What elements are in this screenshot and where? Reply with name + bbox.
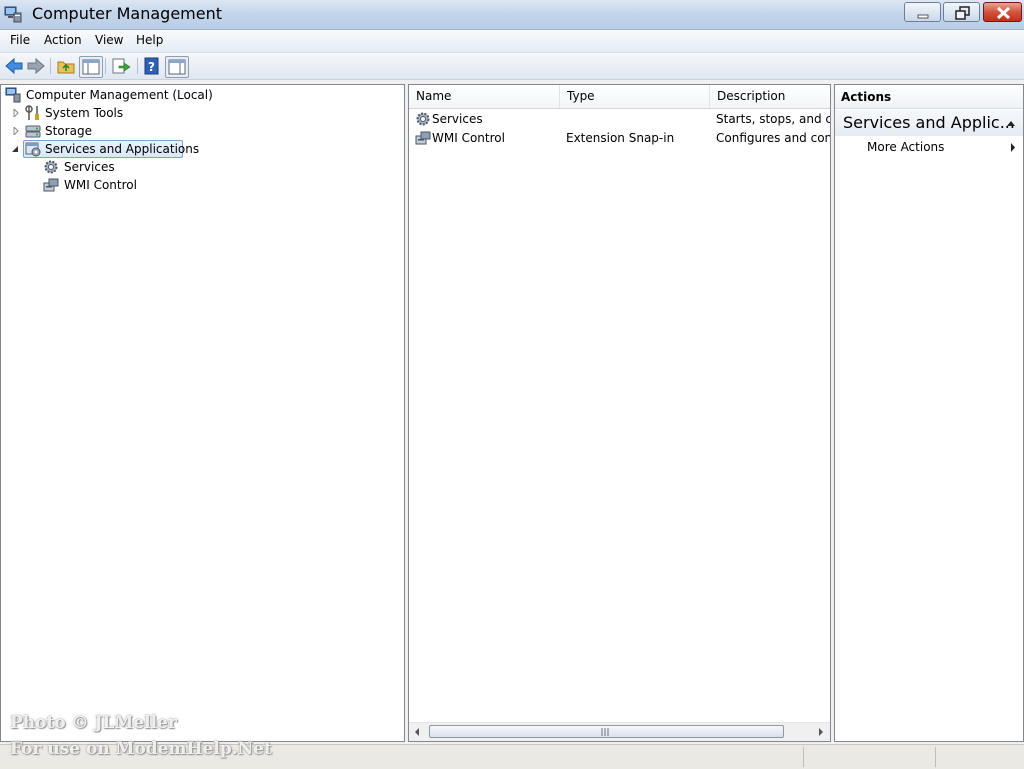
menu-file[interactable]: File — [10, 33, 30, 47]
scrollbar-thumb[interactable] — [429, 725, 784, 738]
actions-section-title: Services and Applic... — [843, 113, 1015, 132]
show-hide-action-pane-icon[interactable] — [165, 56, 189, 78]
toolbar-separator — [105, 58, 106, 74]
cell-name: WMI Control — [432, 131, 505, 145]
tree-item-services-and-applications[interactable]: Services and Applications — [1, 140, 401, 158]
menu-view[interactable]: View — [95, 33, 123, 47]
services-apps-icon — [25, 142, 41, 157]
help-icon[interactable]: ? — [141, 56, 163, 76]
status-divider — [803, 747, 804, 767]
close-button[interactable] — [983, 2, 1022, 22]
cell-description: Starts, stops, and configures Windows se… — [716, 112, 830, 126]
column-header: Name Type Description — [409, 85, 830, 109]
expand-arrow-icon[interactable] — [12, 127, 20, 135]
console-tree[interactable]: Computer Management (Local) System Tools… — [0, 84, 405, 742]
back-arrow-icon[interactable] — [3, 56, 25, 76]
cell-type: Extension Snap-in — [566, 131, 675, 145]
tree-item-label: Services — [64, 160, 115, 174]
tree-item-label: Services and Applications — [45, 142, 200, 156]
menu-bar: File Action View Help — [0, 30, 1024, 53]
submenu-arrow-icon[interactable] — [1010, 143, 1016, 152]
wmi-icon — [43, 178, 59, 192]
window-title: Computer Management — [32, 4, 223, 23]
collapse-up-icon[interactable] — [1007, 120, 1015, 126]
gear-icon — [416, 112, 430, 126]
menu-action[interactable]: Action — [44, 33, 82, 47]
close-icon — [996, 6, 1011, 20]
watermark: Photo © JLMeller For use on ModemHelp.Ne… — [10, 710, 272, 762]
svg-text:?: ? — [148, 60, 155, 74]
grip-icon — [601, 728, 609, 736]
toolbar: ? — [0, 53, 1024, 80]
actions-pane: Actions Services and Applic... More Acti… — [834, 84, 1024, 742]
restore-button[interactable] — [943, 2, 980, 22]
tree-item-root[interactable]: Computer Management (Local) — [1, 86, 401, 104]
cell-name: Services — [432, 112, 483, 126]
list-item[interactable]: WMI Control Extension Snap-in Configures… — [409, 129, 830, 148]
cell-description: Configures and controls the Windows Mana… — [716, 131, 830, 145]
more-actions-link[interactable]: More Actions — [867, 140, 944, 154]
column-description[interactable]: Description — [710, 85, 830, 108]
tree-item-storage[interactable]: Storage — [1, 122, 401, 140]
column-name[interactable]: Name — [409, 85, 560, 108]
minimize-button[interactable] — [904, 2, 941, 22]
toolbar-separator — [50, 58, 51, 74]
status-divider — [935, 747, 936, 767]
tree-item-wmi-control[interactable]: WMI Control — [1, 176, 401, 194]
tree-item-label: WMI Control — [64, 178, 137, 192]
scroll-right-icon[interactable] — [817, 727, 825, 737]
tree-item-label: Storage — [45, 124, 92, 138]
watermark-line-1: Photo © JLMeller — [10, 713, 177, 733]
watermark-line-2: For use on ModemHelp.Net — [10, 739, 272, 759]
show-hide-console-tree-icon[interactable] — [79, 56, 103, 78]
title-bar[interactable]: Computer Management — [0, 0, 1024, 30]
computer-management-icon — [5, 87, 21, 103]
tree-item-services[interactable]: Services — [1, 158, 401, 176]
actions-section-header[interactable]: Services and Applic... — [835, 110, 1023, 136]
wmi-icon — [415, 131, 431, 145]
tree-item-label: System Tools — [45, 106, 124, 120]
forward-arrow-icon[interactable] — [25, 56, 47, 76]
up-folder-icon[interactable] — [55, 56, 77, 76]
restore-icon — [955, 6, 970, 20]
computer-management-icon — [4, 6, 22, 23]
tree-item-label: Computer Management (Local) — [26, 88, 213, 102]
collapse-arrow-icon[interactable] — [11, 145, 19, 153]
gear-icon — [44, 160, 58, 174]
actions-header: Actions — [835, 85, 1023, 109]
horizontal-scrollbar[interactable] — [409, 722, 830, 741]
tree-item-system-tools[interactable]: System Tools — [1, 104, 401, 122]
menu-help[interactable]: Help — [136, 33, 163, 47]
list-item[interactable]: Services Starts, stops, and configures W… — [409, 110, 830, 129]
toolbar-separator — [137, 58, 138, 74]
export-list-icon[interactable] — [110, 56, 132, 76]
expand-arrow-icon[interactable] — [12, 109, 20, 117]
column-type[interactable]: Type — [560, 85, 710, 108]
scroll-left-icon[interactable] — [413, 727, 421, 737]
tools-icon — [25, 105, 39, 120]
storage-icon — [25, 125, 41, 138]
minimize-icon — [917, 14, 929, 19]
results-list[interactable]: Name Type Description Services Starts, s… — [408, 84, 831, 742]
